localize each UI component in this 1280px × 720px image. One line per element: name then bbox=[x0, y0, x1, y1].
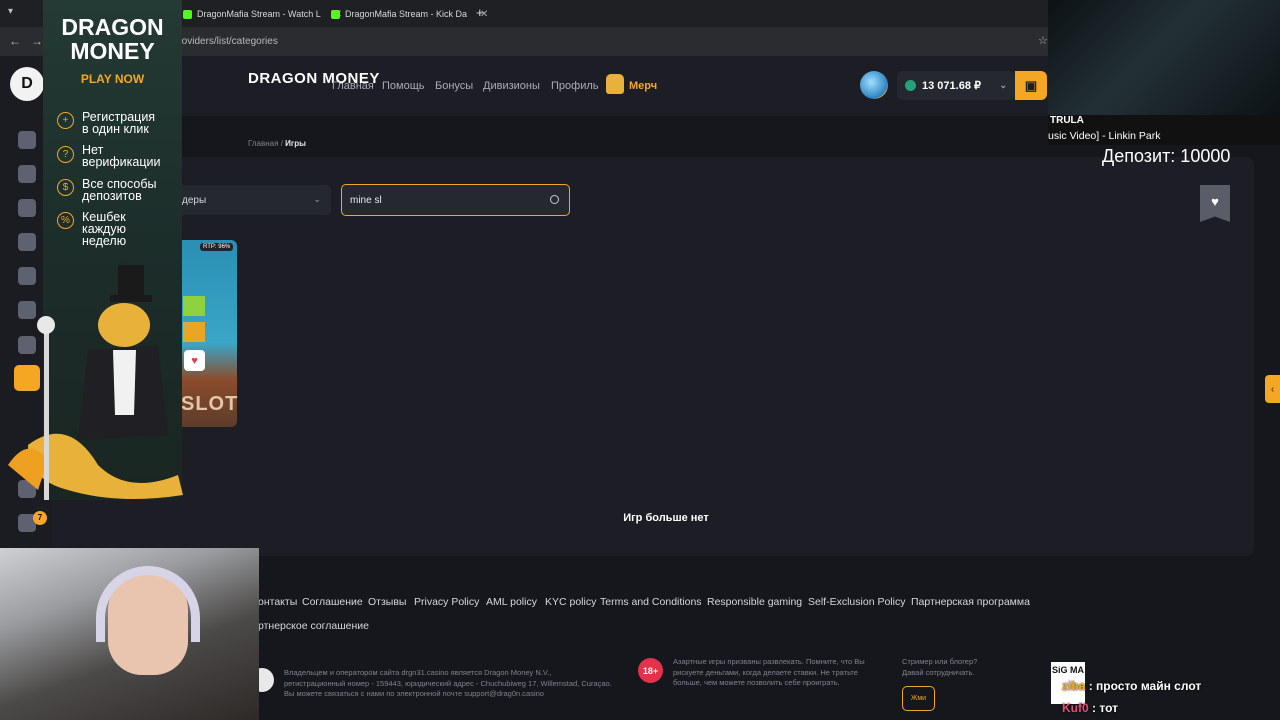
level-badge-icon[interactable] bbox=[860, 71, 888, 99]
nav-merch[interactable]: Мерч bbox=[629, 80, 657, 92]
breadcrumb-home[interactable]: Главная bbox=[248, 139, 278, 148]
game-title: SLOT bbox=[181, 393, 239, 415]
legal-line: Владельцем и оператором сайта drgn31.cas… bbox=[284, 668, 552, 677]
chat-text: : просто майн слот bbox=[1088, 679, 1202, 693]
browser-tab[interactable]: DragonMafia Stream - Kick Da ✕ bbox=[331, 4, 488, 24]
chevron-down-icon: ⌄ bbox=[313, 194, 321, 204]
streamer-note-line: Стример или блогер? bbox=[902, 657, 978, 666]
deposit-label: Депозит: 10000 bbox=[1102, 146, 1231, 166]
now-playing-title: TRULA bbox=[1050, 115, 1084, 126]
legal-text: Владельцем и оператором сайта drgn31.cas… bbox=[284, 668, 612, 700]
ad-feature-line: верификации bbox=[82, 155, 161, 169]
footer-link-self-exclusion[interactable]: Self-Exclusion Policy bbox=[808, 596, 905, 608]
empty-state-message: Игр больше нет bbox=[623, 512, 709, 524]
breadcrumb-current: Игры bbox=[285, 139, 306, 148]
ad-feature: Нет верификации bbox=[82, 144, 161, 169]
chat-message: Kuf0 : тот bbox=[1062, 701, 1118, 715]
rtp-badge: RTP: 96% bbox=[200, 243, 234, 251]
nav-home[interactable]: Главная bbox=[332, 80, 374, 92]
percent-icon: % bbox=[57, 212, 74, 229]
question-icon: ? bbox=[57, 146, 74, 163]
footer-link-terms[interactable]: Terms and Conditions bbox=[600, 596, 702, 608]
chat-text: : тот bbox=[1092, 701, 1118, 715]
kick-icon bbox=[183, 9, 192, 19]
footer-link-reviews[interactable]: Отзывы bbox=[368, 596, 406, 608]
footer-link-kyc[interactable]: KYC policy bbox=[545, 596, 596, 608]
ad-cta[interactable]: PLAY NOW bbox=[43, 72, 182, 86]
footer-link-contacts[interactable]: онтакты bbox=[258, 596, 297, 608]
forward-arrow-icon[interactable]: → bbox=[31, 34, 43, 48]
chat-nick: Kuf0 bbox=[1062, 701, 1089, 715]
bookmark-star-icon[interactable]: ☆ bbox=[1038, 34, 1048, 47]
side-panel-toggle[interactable]: ‹ bbox=[1265, 375, 1280, 403]
hoodie-icon bbox=[606, 74, 624, 94]
age-18-badge: 18+ bbox=[638, 658, 663, 683]
footer-link-affiliate[interactable]: Партнерская программа bbox=[911, 596, 1030, 608]
nav-profile[interactable]: Профиль bbox=[551, 80, 599, 92]
breadcrumb-separator: / bbox=[280, 139, 283, 148]
coin-icon: $ bbox=[57, 179, 74, 196]
tab-label: DragonMafia Stream - Kick Da bbox=[345, 9, 468, 19]
gamble-note: Азартные игры призваны развлекать. Помни… bbox=[673, 657, 865, 689]
now-playing-track: usic Video] - Linkin Park bbox=[1048, 130, 1161, 142]
footer-link-agreement[interactable]: Соглашение bbox=[302, 596, 363, 608]
footer-link-aml[interactable]: AML policy bbox=[486, 596, 537, 608]
wallet-button[interactable]: ▣ bbox=[1015, 71, 1047, 100]
ad-feature: Регистрация в один клик bbox=[82, 111, 155, 136]
balance-dropdown[interactable]: 13 071.68 ₽ ⌄ bbox=[897, 71, 1015, 100]
breadcrumb: Главная / Игры bbox=[248, 139, 306, 148]
footer-link-partner-agreement[interactable]: ртнерское соглашение bbox=[258, 620, 369, 632]
back-arrow-icon[interactable]: ← bbox=[9, 34, 21, 48]
ad-feature-line: неделю bbox=[82, 234, 127, 248]
ad-title-line: MONEY bbox=[70, 38, 155, 64]
url-field[interactable]: /providers/list/categories bbox=[170, 36, 278, 47]
ad-title-line: DRAGON bbox=[61, 14, 164, 40]
ad-feature-line: депозитов bbox=[82, 189, 142, 203]
tether-coin-icon bbox=[905, 80, 916, 91]
rocket-icon[interactable] bbox=[18, 165, 36, 183]
footer-link-responsible[interactable]: Responsible gaming bbox=[707, 596, 802, 608]
favorites-button[interactable]: ♥ bbox=[1200, 185, 1230, 222]
search-input[interactable]: mine sl bbox=[341, 184, 570, 216]
streamer-note-line: Давай сотрудничать. bbox=[902, 667, 975, 677]
chevron-down-icon: ⌄ bbox=[999, 80, 1007, 90]
face-icon[interactable] bbox=[18, 131, 36, 149]
write-us-button[interactable]: Жми bbox=[902, 686, 935, 711]
nav-bonuses[interactable]: Бонусы bbox=[435, 80, 473, 92]
trophy-icon[interactable] bbox=[18, 199, 36, 217]
ad-feature: Кешбек каждую неделю bbox=[82, 211, 127, 248]
browser-tab[interactable]: DragonMafia Stream - Watch L✕ bbox=[183, 4, 342, 24]
nav-divisions[interactable]: Дивизионы bbox=[483, 80, 540, 92]
gamble-note-line: рискуете деньгами, когда делаете ставки.… bbox=[673, 667, 858, 677]
plus-icon: + bbox=[57, 112, 74, 129]
legal-line: регистрационный номер - 159443, юридичес… bbox=[284, 678, 612, 688]
heart-icon: ♥ bbox=[1211, 194, 1219, 209]
ad-feature-line: в один клик bbox=[82, 122, 149, 136]
balance-value: 13 071.68 ₽ bbox=[922, 80, 981, 92]
chat-nick: ziba bbox=[1062, 679, 1086, 693]
provider-select[interactable]: деры ⌄ bbox=[172, 185, 331, 215]
dragon-logo-icon[interactable]: D bbox=[10, 67, 44, 101]
legal-line: Вы можете связаться с нами по электронно… bbox=[284, 689, 544, 698]
search-icon[interactable] bbox=[550, 195, 559, 204]
notification-badge: 7 bbox=[33, 511, 47, 525]
chevron-left-icon: ‹ bbox=[1270, 383, 1275, 395]
kick-icon bbox=[331, 9, 340, 19]
dragon-mascot-image bbox=[8, 265, 183, 500]
footer-link-privacy[interactable]: Privacy Policy bbox=[414, 596, 479, 608]
streamer-note: Стример или блогер? Давай сотрудничать. bbox=[902, 657, 977, 678]
provider-select-value: деры bbox=[182, 195, 207, 206]
new-tab-button[interactable]: + bbox=[476, 5, 484, 20]
tab-label: DragonMafia Stream - Watch L bbox=[197, 9, 321, 19]
game-stream-overlay bbox=[1048, 0, 1280, 115]
ad-title: DRAGON MONEY bbox=[43, 15, 182, 63]
nav-help[interactable]: Помощь bbox=[382, 80, 425, 92]
gamble-note-line: больше, чем можете позволить себе проигр… bbox=[673, 678, 840, 687]
chat-message: ziba : просто майн слот bbox=[1062, 679, 1201, 693]
gamble-note-line: Азартные игры призваны развлекать. Помни… bbox=[673, 657, 865, 666]
ad-feature: Все способы депозитов bbox=[82, 178, 156, 203]
user-icon[interactable] bbox=[18, 233, 36, 251]
tab-menu-icon[interactable]: ▾ bbox=[8, 6, 13, 17]
